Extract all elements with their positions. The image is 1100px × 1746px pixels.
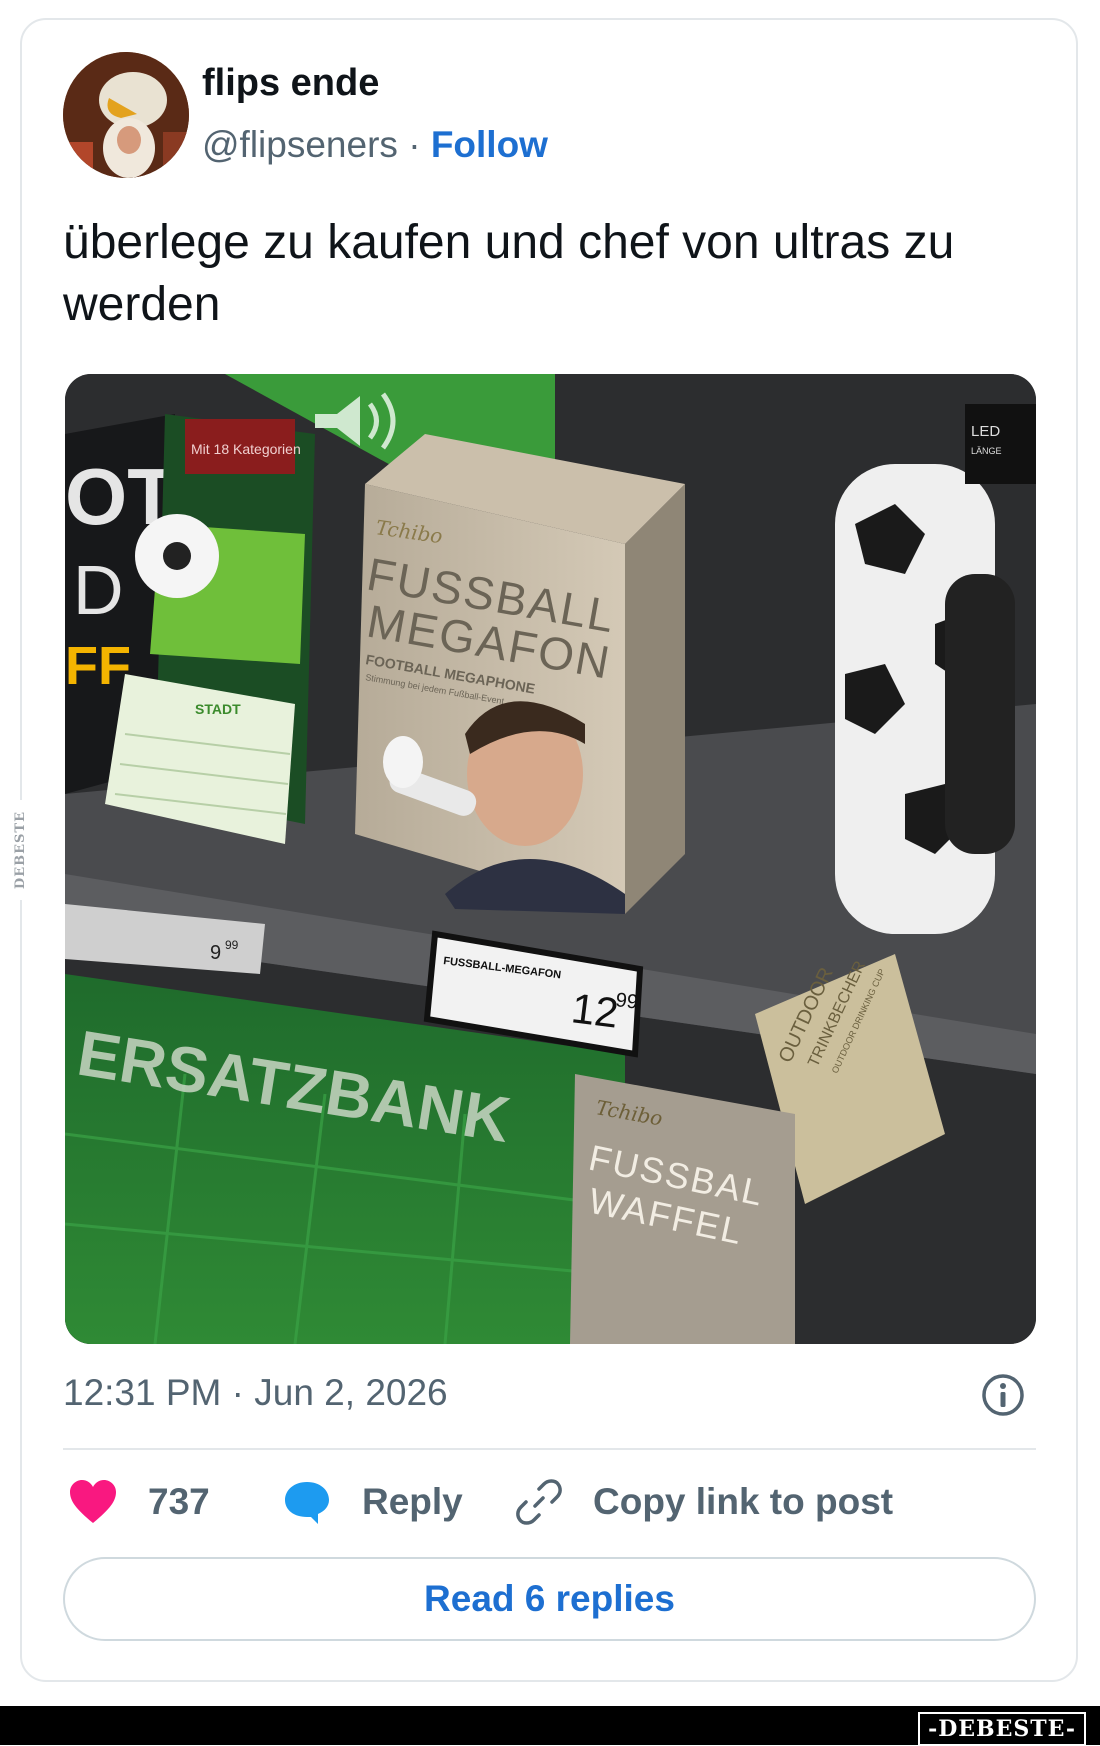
speech-bubble-icon (285, 1482, 329, 1524)
avatar[interactable] (63, 52, 189, 178)
bottom-watermark: -DEBESTE- (918, 1712, 1086, 1746)
follow-button[interactable]: Follow (431, 124, 548, 165)
copy-link-button[interactable]: Copy link to post (515, 1478, 893, 1526)
bottom-bar: -DEBESTE- (0, 1706, 1100, 1746)
price-main: 12 (569, 984, 621, 1036)
left-box-text-2: D (73, 551, 124, 629)
small-price-cents: 99 (225, 938, 239, 952)
reply-button[interactable]: Reply (282, 1478, 463, 1526)
category-card-text: Mit 18 Kategorien (191, 441, 301, 457)
separator: · (408, 124, 421, 165)
divider (63, 1448, 1036, 1450)
like-button[interactable]: 737 (68, 1478, 210, 1526)
side-watermark: DEBESTE (8, 800, 32, 900)
author-handle[interactable]: @flipseners (202, 124, 398, 165)
reply-label: Reply (362, 1481, 463, 1522)
small-price: 9 (210, 942, 221, 964)
corner-label-2: LÄNGE (971, 446, 1002, 456)
side-watermark-text: DEBESTE (12, 810, 28, 890)
tweet-text: überlege zu kaufen und chef von ultras z… (63, 216, 955, 331)
link-icon (516, 1479, 562, 1525)
left-box-text-3: FF (65, 636, 131, 696)
heart-icon (70, 1480, 116, 1523)
info-icon[interactable] (980, 1372, 1026, 1418)
avatar-image (63, 52, 189, 178)
tweet-photo[interactable]: ERSATZBANK OT D FF Mit 18 Kategorien STA… (65, 374, 1036, 1344)
copy-link-label: Copy link to post (593, 1481, 894, 1522)
read-replies-button[interactable]: Read 6 replies (63, 1557, 1036, 1641)
corner-label: LED (971, 423, 1000, 440)
photo-illustration: ERSATZBANK OT D FF Mit 18 Kategorien STA… (65, 374, 1036, 1344)
scorecard-text: STADT (195, 701, 241, 717)
price-main-cents: 99 (614, 989, 639, 1014)
author-name[interactable]: flips ende (202, 62, 379, 105)
handle-row: @flipseners · Follow (202, 124, 548, 166)
like-count: 737 (148, 1481, 210, 1522)
timestamp[interactable]: 12:31 PM · Jun 2, 2026 (63, 1372, 448, 1414)
